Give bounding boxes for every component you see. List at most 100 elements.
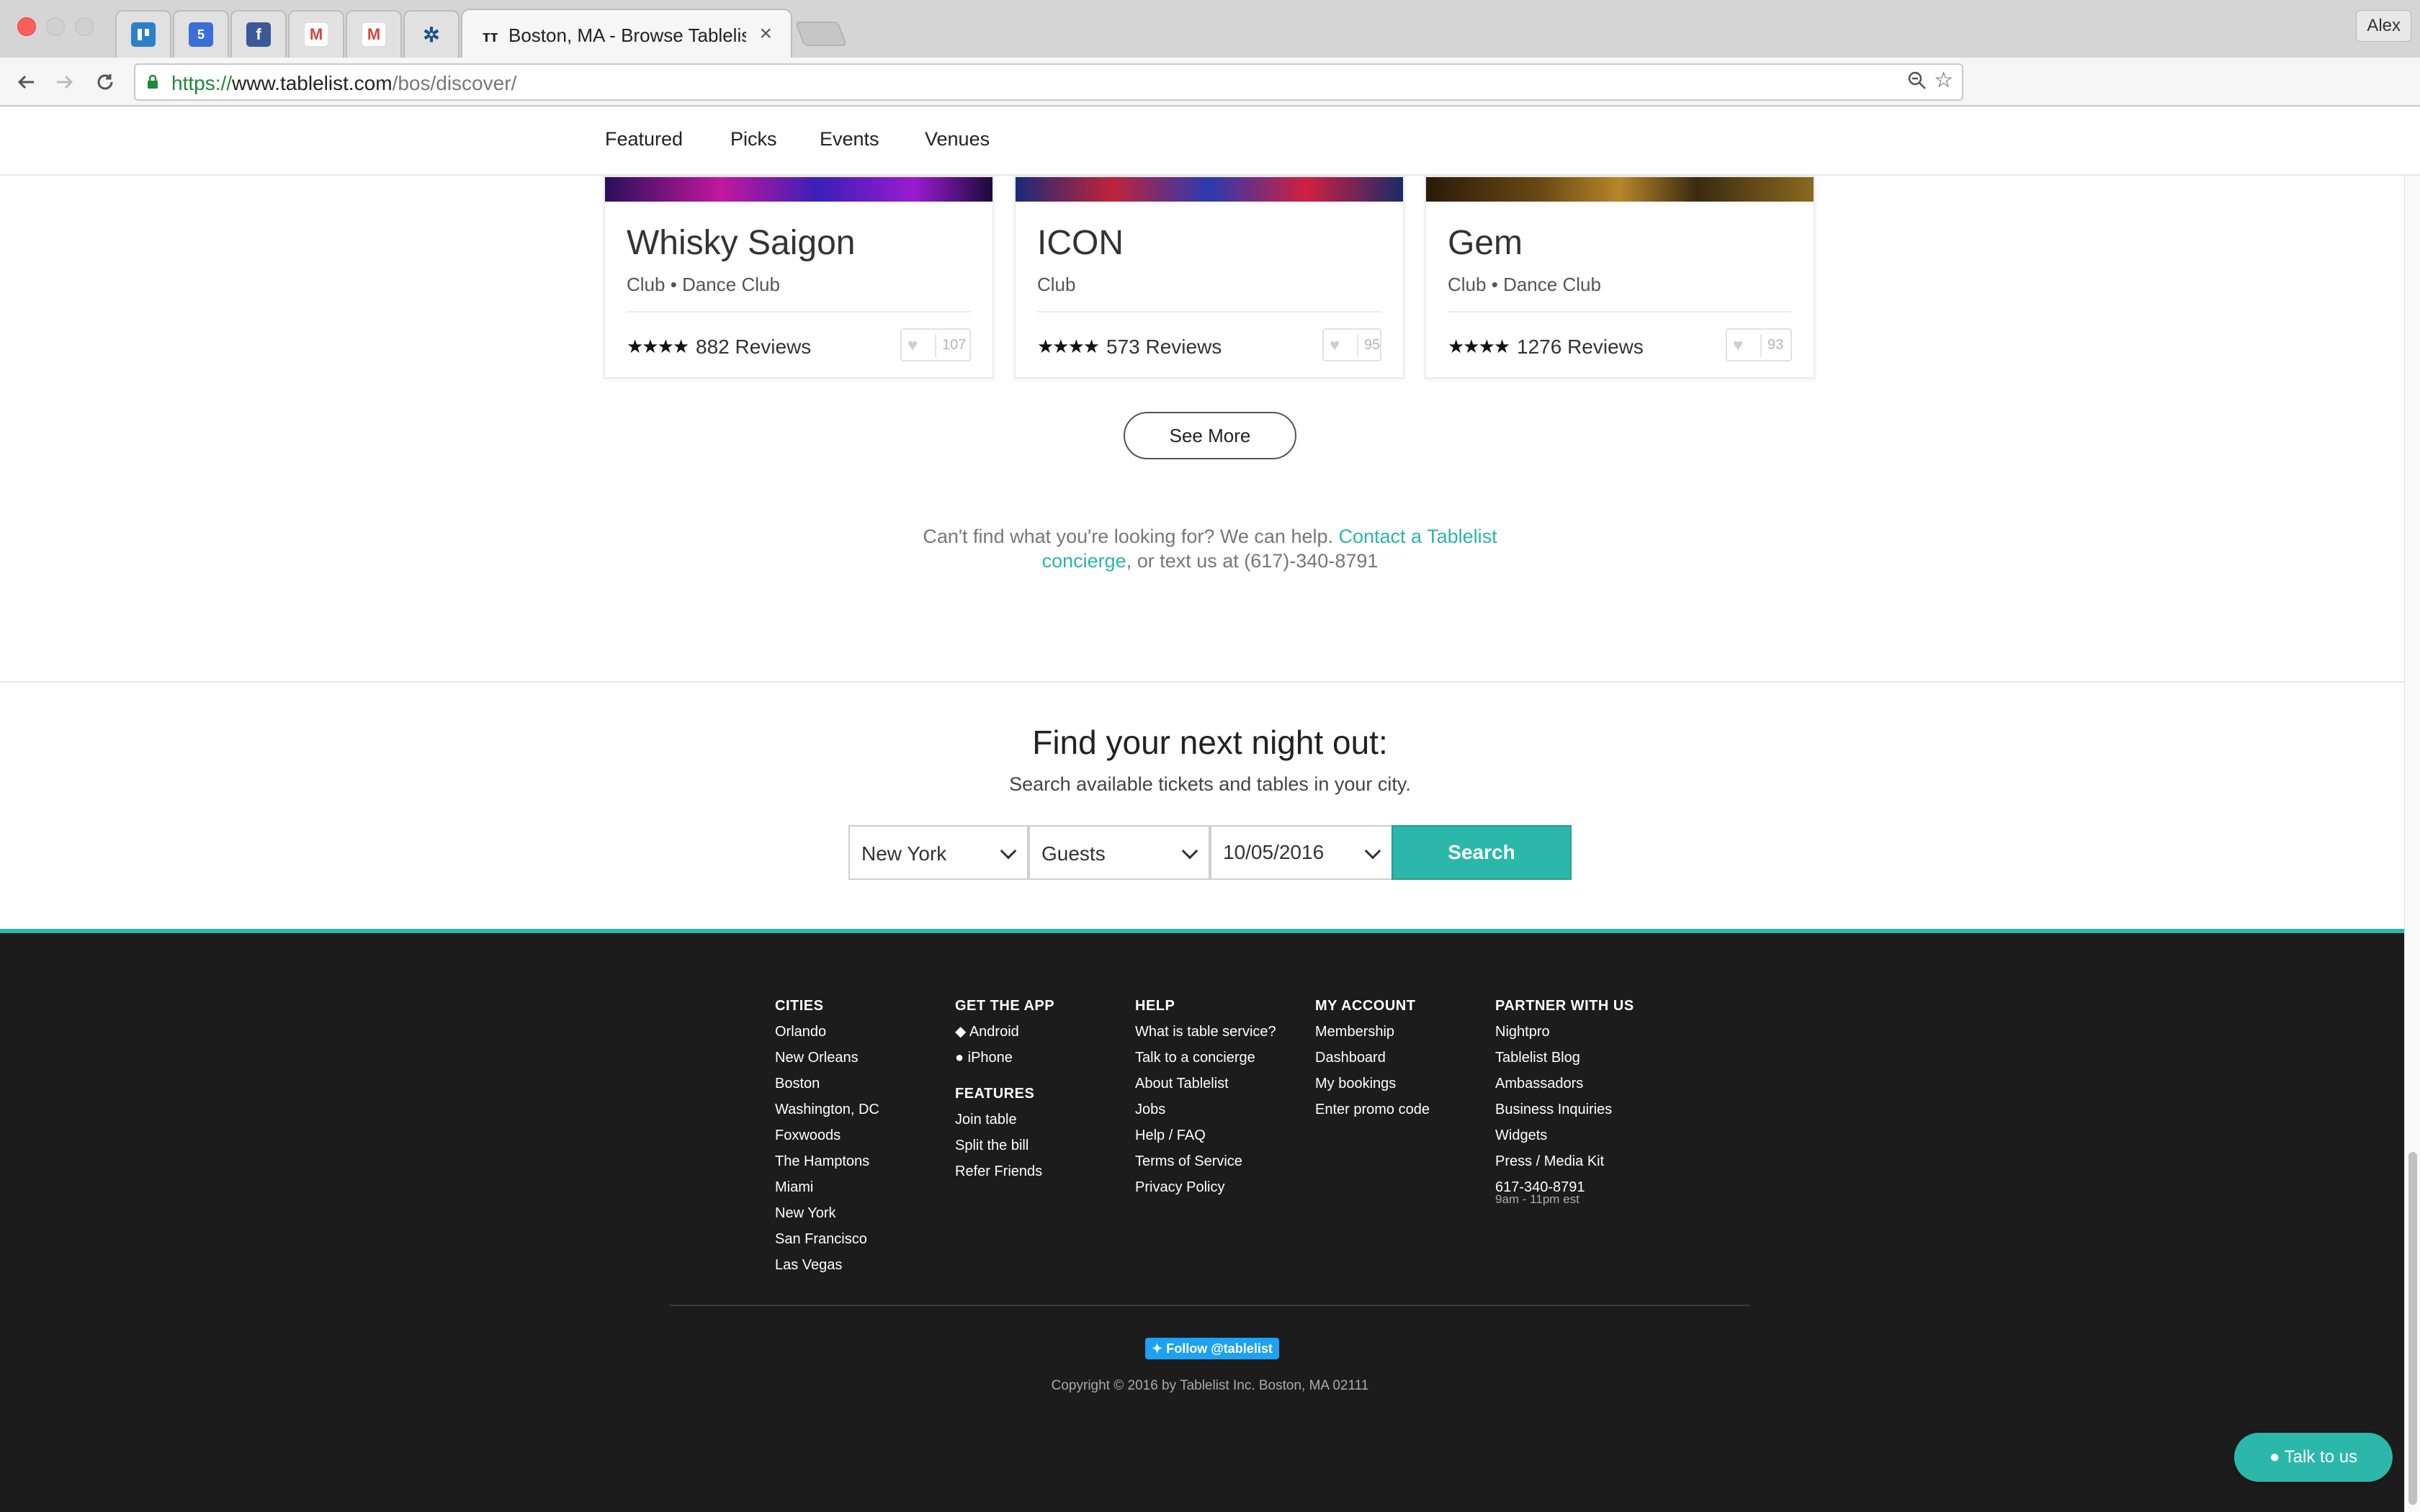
tab-close-icon[interactable]: × xyxy=(759,22,772,46)
footer-link[interactable]: Washington, DC xyxy=(775,1102,879,1128)
footer-app: GET THE APP ◆ Android ● iPhone FEATURES … xyxy=(955,998,1054,1189)
city-select[interactable]: New York xyxy=(848,825,1028,880)
favorite-divider xyxy=(1760,334,1762,357)
see-more-button[interactable]: See More xyxy=(1124,412,1296,459)
new-tab-button[interactable] xyxy=(794,22,848,46)
pinned-tab-gmail-1[interactable]: M xyxy=(288,10,344,58)
chevron-down-icon xyxy=(1181,842,1198,860)
reload-icon[interactable] xyxy=(88,65,122,99)
browser-titlebar: 5 f M M ✲ ᴛᴛ Boston, MA - Browse Tableli… xyxy=(0,0,2420,59)
maximize-window-button[interactable] xyxy=(75,17,94,36)
venue-tags: Club xyxy=(1037,274,1076,295)
footer-link[interactable]: Help / FAQ xyxy=(1135,1128,1276,1153)
footer-link[interactable]: Refer Friends xyxy=(955,1164,1054,1189)
favorite-button[interactable]: ♥ 95 xyxy=(1322,328,1381,361)
footer-link-android[interactable]: ◆ Android xyxy=(955,1024,1054,1050)
forward-arrow-icon[interactable] xyxy=(48,65,82,99)
review-count[interactable]: 1276 Reviews xyxy=(1517,336,1644,359)
gmail-icon: M xyxy=(304,22,328,47)
footer-link[interactable]: About Tablelist xyxy=(1135,1076,1276,1102)
date-select[interactable]: 10/05/2016 xyxy=(1210,825,1393,880)
footer-link[interactable]: Tablelist Blog xyxy=(1495,1050,1634,1076)
guests-select[interactable]: Guests xyxy=(1028,825,1210,880)
pinned-tab-gmail-2[interactable]: M xyxy=(346,10,402,58)
talk-to-us-button[interactable]: ● Talk to us xyxy=(2234,1433,2393,1482)
copyright-text: Copyright © 2016 by Tablelist Inc. Bosto… xyxy=(1051,1378,1369,1393)
search-button[interactable]: Search xyxy=(1392,825,1572,880)
footer-link[interactable]: My bookings xyxy=(1315,1076,1430,1102)
rating-stars-icon: ★★★★ xyxy=(1448,336,1510,357)
pinned-tab-trello[interactable] xyxy=(115,10,171,58)
subnav-picks[interactable]: Picks xyxy=(730,128,777,150)
footer-link[interactable]: Jobs xyxy=(1135,1102,1276,1128)
chevron-down-icon xyxy=(1364,842,1381,860)
active-tab[interactable]: ᴛᴛ Boston, MA - Browse Tablelist × xyxy=(461,9,792,59)
footer-link-iphone[interactable]: ● iPhone xyxy=(955,1050,1054,1076)
footer-link[interactable]: Enter promo code xyxy=(1315,1102,1430,1128)
footer-link[interactable]: Miami xyxy=(775,1179,879,1205)
rating-stars-icon: ★★★★ xyxy=(627,336,689,357)
page-scrollbar[interactable] xyxy=(2404,176,2420,1512)
minimize-window-button[interactable] xyxy=(46,17,65,36)
page-root: 5 f M M ✲ ᴛᴛ Boston, MA - Browse Tableli… xyxy=(0,0,2420,1512)
footer-link[interactable]: Orlando xyxy=(775,1024,879,1050)
footer-link[interactable]: Press / Media Kit xyxy=(1495,1153,1634,1179)
address-bar[interactable]: https://www.tablelist.com/bos/discover/ … xyxy=(134,63,1963,101)
footer-link[interactable]: New Orleans xyxy=(775,1050,879,1076)
footer-link[interactable]: Terms of Service xyxy=(1135,1153,1276,1179)
twitter-bird-icon: ✦ xyxy=(1152,1341,1167,1356)
footer-link[interactable]: Split the bill xyxy=(955,1138,1054,1164)
footer-link[interactable]: Ambassadors xyxy=(1495,1076,1634,1102)
footer-link[interactable]: Dashboard xyxy=(1315,1050,1430,1076)
footer-link[interactable]: Widgets xyxy=(1495,1128,1634,1153)
footer-link[interactable]: The Hamptons xyxy=(775,1153,879,1179)
subnav-venues[interactable]: Venues xyxy=(925,128,990,150)
profile-button[interactable]: Alex xyxy=(2356,10,2411,42)
venue-name: ICON xyxy=(1037,224,1124,262)
venue-card[interactable]: Gem Club • Dance Club ★★★★ 1276 Reviews … xyxy=(1425,176,1815,379)
subnav-featured[interactable]: Featured xyxy=(605,128,683,150)
guests-value: Guests xyxy=(1041,842,1106,865)
favorite-button[interactable]: ♥ 107 xyxy=(900,328,971,361)
footer-link[interactable]: Join table xyxy=(955,1112,1054,1138)
footer-heading: HELP xyxy=(1135,998,1175,1014)
footer-account: MY ACCOUNT Membership Dashboard My booki… xyxy=(1315,998,1430,1128)
footer-link[interactable]: Membership xyxy=(1315,1024,1430,1050)
discover-subnav: Featured Picks Events Venues xyxy=(0,107,2420,176)
footer-link[interactable]: Privacy Policy xyxy=(1135,1179,1276,1205)
venue-name: Whisky Saigon xyxy=(627,224,856,262)
footer-link[interactable]: San Francisco xyxy=(775,1231,879,1257)
heart-icon: ♥ xyxy=(908,336,918,355)
pinned-tab-extension[interactable]: ✲ xyxy=(403,10,460,58)
subnav-events[interactable]: Events xyxy=(820,128,879,150)
footer-link[interactable]: Business Inquiries xyxy=(1495,1102,1634,1128)
rating-stars-icon: ★★★★ xyxy=(1037,336,1100,357)
footer-link[interactable]: Las Vegas xyxy=(775,1257,879,1283)
footer-link[interactable]: What is table service? xyxy=(1135,1024,1276,1050)
twitter-follow-button[interactable]: ✦ Follow @tablelist xyxy=(1145,1338,1279,1359)
footer-link[interactable]: Foxwoods xyxy=(775,1128,879,1153)
venue-card[interactable]: Whisky Saigon Club • Dance Club ★★★★ 882… xyxy=(604,176,994,379)
venue-card[interactable]: ICON Club ★★★★ 573 Reviews ♥ 95 xyxy=(1014,176,1404,379)
zoom-icon[interactable] xyxy=(1907,71,1927,96)
pinned-tab-calendar[interactable]: 5 xyxy=(173,10,229,58)
favorite-divider xyxy=(1357,334,1358,357)
footer-link[interactable]: New York xyxy=(775,1205,879,1231)
footer-heading: MY ACCOUNT xyxy=(1315,998,1416,1014)
footer-link[interactable]: Boston xyxy=(775,1076,879,1102)
review-count[interactable]: 573 Reviews xyxy=(1106,336,1222,359)
android-icon: ◆ xyxy=(955,1024,969,1040)
card-divider xyxy=(627,311,971,312)
close-window-button[interactable] xyxy=(17,17,36,36)
pinned-tab-facebook[interactable]: f xyxy=(230,10,287,58)
heart-icon: ♥ xyxy=(1733,336,1744,355)
review-count[interactable]: 882 Reviews xyxy=(696,336,811,359)
scrollbar-thumb[interactable] xyxy=(2408,1152,2417,1505)
favorite-divider xyxy=(935,334,936,357)
footer-link[interactable]: Talk to a concierge xyxy=(1135,1050,1276,1076)
footer-link[interactable]: Nightpro xyxy=(1495,1024,1634,1050)
back-arrow-icon[interactable] xyxy=(9,65,43,99)
tab-title: Boston, MA - Browse Tablelist xyxy=(508,24,746,46)
bookmark-star-icon[interactable]: ☆ xyxy=(1934,68,1953,93)
favorite-button[interactable]: ♥ 93 xyxy=(1726,328,1792,361)
